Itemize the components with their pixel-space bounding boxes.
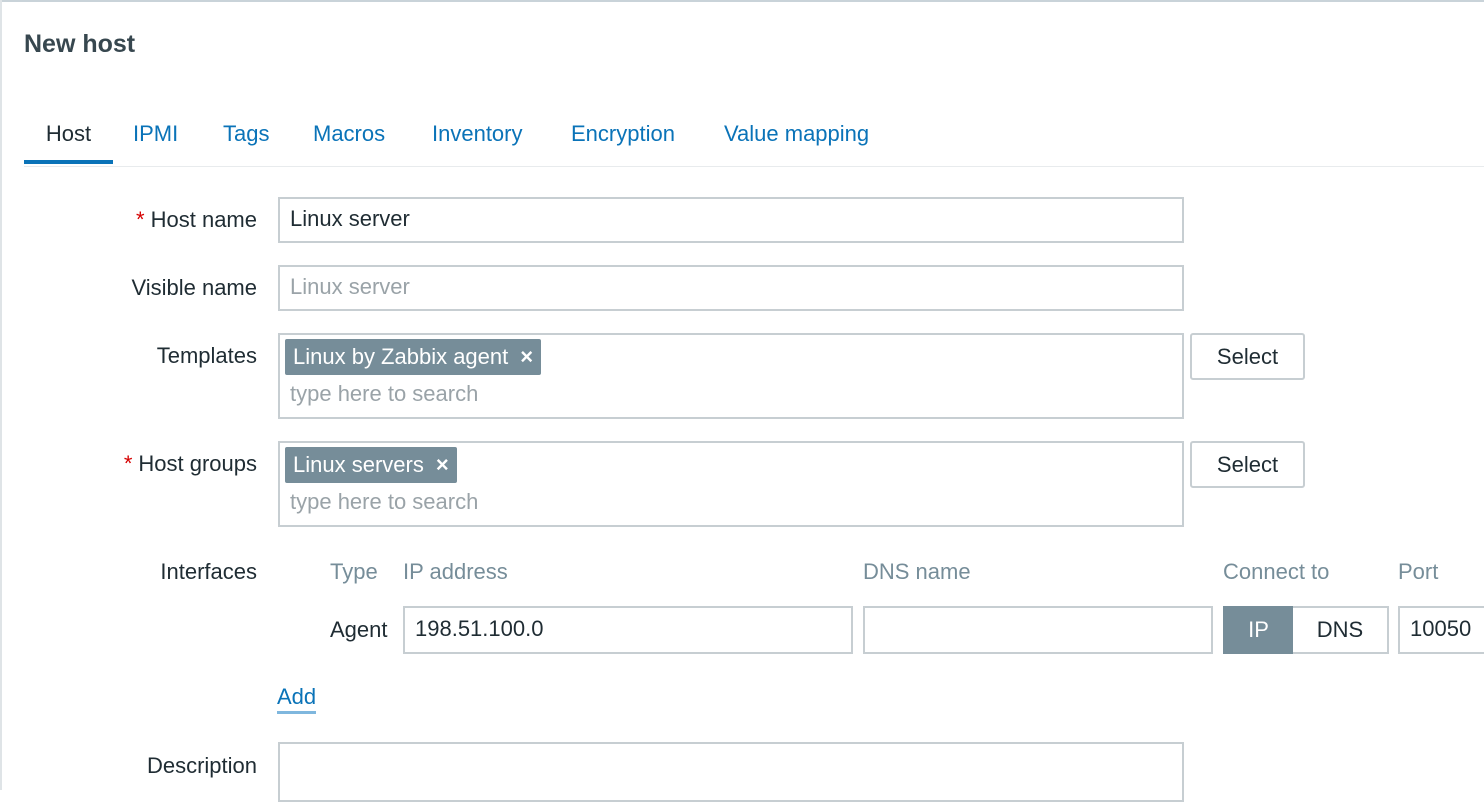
description-label: Description (146, 753, 257, 778)
interfaces-col-connect-to: Connect to (1223, 559, 1330, 584)
host-groups-label: * Host groups (124, 451, 257, 477)
host-group-chip-label: Linux servers (293, 452, 424, 477)
interfaces-col-type: Type (330, 559, 378, 584)
templates-label: Templates (156, 343, 257, 368)
template-chip-label: Linux by Zabbix agent (293, 344, 509, 369)
tab-macros[interactable]: Macros (313, 110, 385, 164)
interface-type: Agent (330, 617, 388, 642)
interfaces-col-dns-name: DNS name (863, 559, 971, 584)
interfaces-col-port: Port (1398, 559, 1439, 584)
host-name-input[interactable]: Linux server (278, 197, 1184, 243)
host-groups-label-text: Host groups (138, 451, 257, 476)
connect-to-dns-toggle[interactable]: DNS (1293, 606, 1389, 654)
tab-encryption[interactable]: Encryption (571, 110, 675, 164)
dns-name-input[interactable] (863, 606, 1213, 654)
required-mark: * (136, 207, 145, 232)
template-chip: Linux by Zabbix agent × (285, 339, 542, 375)
ip-address-input[interactable]: 198.51.100.0 (403, 606, 853, 654)
tab-tags[interactable]: Tags (223, 110, 269, 164)
window-left-border (0, 0, 2, 790)
host-name-label: * Host name (136, 207, 257, 233)
templates-select-button[interactable]: Select (1190, 333, 1305, 380)
tab-inventory[interactable]: Inventory (432, 110, 523, 164)
visible-name-input[interactable]: Linux server (278, 265, 1184, 311)
window-top-border (0, 0, 1484, 2)
connect-to-ip-toggle[interactable]: IP (1223, 606, 1294, 654)
remove-icon[interactable]: × (436, 452, 449, 477)
tab-ipmi[interactable]: IPMI (133, 110, 178, 164)
host-groups-search-input[interactable]: type here to search (290, 489, 478, 515)
required-mark: * (123, 451, 133, 476)
tab-host[interactable]: Host (24, 110, 113, 164)
host-name-label-text: Host name (150, 207, 257, 232)
tab-bar: Host IPMI Tags Macros Inventory Encrypti… (24, 110, 1484, 167)
remove-icon[interactable]: × (520, 344, 533, 369)
templates-multiselect[interactable]: Linux by Zabbix agent × type here to sear… (278, 333, 1184, 419)
visible-name-label: Visible name (131, 275, 257, 300)
tab-value-mapping[interactable]: Value mapping (724, 110, 869, 164)
page-title: New host (24, 30, 136, 58)
templates-search-input[interactable]: type here to search (290, 381, 478, 407)
host-groups-multiselect[interactable]: Linux servers × type here to search (278, 441, 1184, 527)
interfaces-col-ip-address: IP address (403, 559, 508, 584)
host-group-chip: Linux servers × (285, 447, 457, 483)
port-input[interactable]: 10050 (1398, 606, 1484, 654)
interfaces-label: Interfaces (160, 559, 257, 584)
description-textarea[interactable] (278, 742, 1184, 802)
add-interface-link[interactable]: Add (277, 684, 317, 714)
host-groups-select-button[interactable]: Select (1190, 441, 1305, 488)
